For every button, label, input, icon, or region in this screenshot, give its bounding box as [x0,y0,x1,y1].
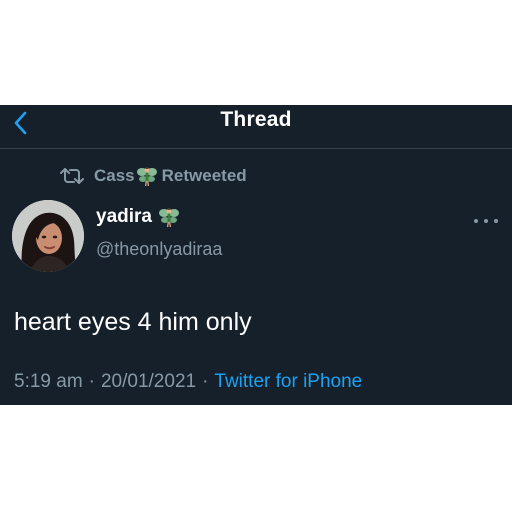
tweet-thread-screen: Thread Cass Retweeted yadira @theonlyadi… [0,105,512,405]
separator: · [88,371,95,392]
tweet-date: 20/01/2021 [100,371,197,392]
navigation-bar: Thread [0,105,512,149]
retweet-action-label: Retweeted [161,166,247,185]
dot [484,219,488,223]
tweet-text: heart eyes 4 him only [14,308,252,336]
dot [494,219,498,223]
page-title: Thread [220,108,292,131]
retweet-icon [60,167,84,185]
retweet-context: Cass Retweeted [60,165,247,187]
tweet-metadata: 5:19 am · 20/01/2021 · Twitter for iPhone [14,371,362,393]
dot [474,219,478,223]
author-display-name[interactable]: yadira [96,206,180,228]
separator: · [202,371,209,392]
author-handle[interactable]: @theonlyadiraa [96,239,222,260]
avatar[interactable] [12,200,84,272]
fairy-emoji-icon [158,206,180,228]
fairy-emoji-icon [136,165,158,187]
author-name: yadira [96,206,152,227]
more-options-button[interactable] [474,216,498,226]
tweet-time: 5:19 am [14,371,83,392]
tweet-source-link[interactable]: Twitter for iPhone [214,371,362,392]
retweeter-name[interactable]: Cass [94,166,135,186]
